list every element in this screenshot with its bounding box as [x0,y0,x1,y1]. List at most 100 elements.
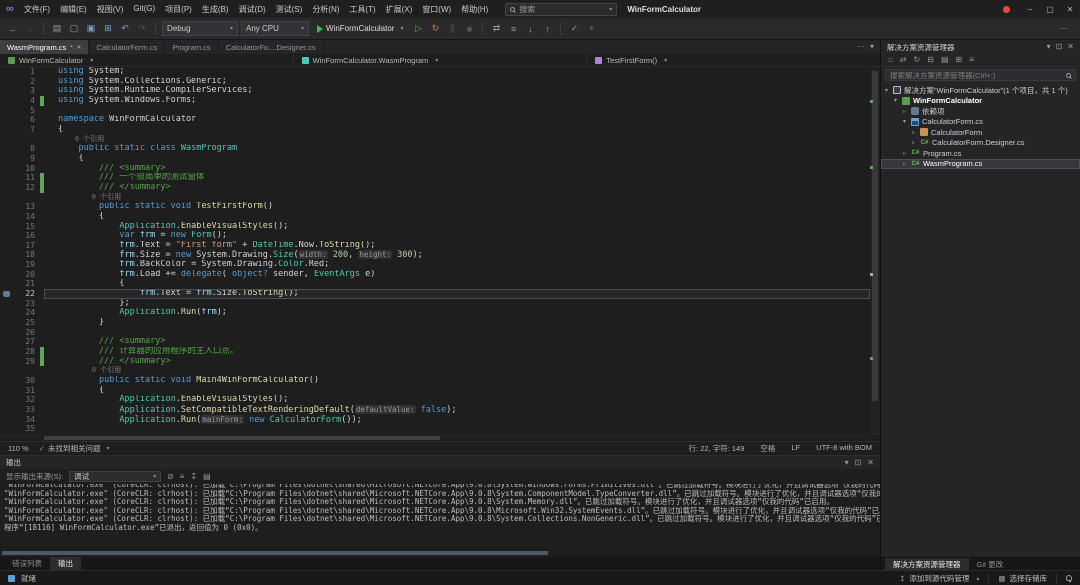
quick-search-box[interactable]: 搜索 ▾ [505,2,618,16]
breakpoint-margin[interactable] [0,250,14,260]
code-text[interactable]: var frm = new Form(); [44,231,870,241]
add-to-source-control-button[interactable]: 添加到源代码管理 [909,573,969,584]
tree-item[interactable]: ▹ CalculatorForm [881,127,1080,138]
save-icon[interactable]: ▣ [84,21,98,37]
output-horizontal-scrollbar[interactable] [0,550,880,557]
code-text[interactable]: using System; [44,67,870,77]
tree-item[interactable]: ▾ CalculatorForm.cs [881,117,1080,128]
breakpoint-margin[interactable] [0,241,14,251]
editor-vertical-scrollbar[interactable] [870,67,880,434]
solution-configuration-dropdown[interactable]: Debug ▾ [162,21,238,36]
code-text[interactable]: 0 个引用 [44,193,870,203]
redo-icon[interactable]: ↷ [135,21,149,37]
background-tasks-icon[interactable] [8,574,15,582]
breakpoint-margin[interactable] [0,77,14,87]
breakpoint-margin[interactable] [0,424,14,434]
chevron-open-icon[interactable]: ▾ [892,97,899,104]
toolbar-overflow-icon[interactable]: ⋯ [1060,24,1074,33]
scrollbar-thumb[interactable] [2,551,548,555]
breakpoint-margin[interactable] [0,308,14,318]
close-button[interactable]: ✕ [1060,0,1080,18]
code-text[interactable]: /// <summary> [44,164,870,174]
code-text[interactable]: /// 一个很简单的测试窗体 [44,173,870,183]
code-text[interactable]: Application.Run(mainForm: new Calculator… [44,414,870,424]
hot-reload-icon[interactable]: ↻ [428,21,442,37]
breakpoint-margin[interactable] [0,386,14,396]
breakpoint-margin[interactable] [0,135,14,145]
autoscroll-icon[interactable]: ↧ [190,472,197,481]
code-text[interactable]: using System.Windows.Forms; [44,96,870,106]
chevron-closed-icon[interactable]: ▹ [901,160,908,167]
panel-menu-icon[interactable]: ▾ [845,458,849,467]
breakpoint-margin[interactable] [0,415,14,425]
properties-icon[interactable]: ≡ [969,56,974,64]
code-text[interactable]: } [44,318,870,328]
panel-tab[interactable]: 输出 [50,557,81,570]
tree-item[interactable]: ▹ C# Program.cs [881,148,1080,159]
breakpoint-margin[interactable] [0,164,14,174]
code-text[interactable]: /// <summary> [44,337,870,347]
output-source-dropdown[interactable]: 调试 ▾ [69,471,162,482]
code-text[interactable]: }; [44,299,870,309]
pin-icon[interactable]: ▪ [70,44,72,50]
project-dropdown[interactable]: WinFormCalculator ▾ [0,54,294,66]
select-repository-button[interactable]: 选择存储库 [1010,573,1048,584]
navigate-back-icon[interactable]: ← [6,21,20,37]
breakpoint-margin[interactable] [0,144,14,154]
code-text[interactable]: using System.Runtime.CompilerServices; [44,86,870,96]
scrollbar-thumb[interactable] [872,70,878,401]
document-tab[interactable]: CalculatorForm.cs [89,40,166,54]
menu-item[interactable]: 帮助(H) [456,4,493,15]
pin-icon[interactable]: ⊡ [1056,43,1063,51]
code-text[interactable]: Application.SetCompatibleTextRenderingDe… [44,404,870,415]
start-without-debugging-icon[interactable]: ▷ [411,21,425,37]
document-tab[interactable]: CalculatorFo....Designer.cs [219,40,324,54]
code-text[interactable]: { [44,154,870,164]
breakpoint-margin[interactable] [0,279,14,289]
chevron-closed-icon[interactable]: ▹ [901,150,908,157]
refresh-icon[interactable]: ↻ [914,56,921,64]
find-in-files-icon[interactable]: ≡ [506,21,520,37]
maximize-button[interactable]: ▢ [1040,0,1060,18]
menu-item[interactable]: 文件(F) [19,4,55,15]
chevron-open-icon[interactable]: ▾ [901,118,908,125]
code-text[interactable]: public static void Main4WinFormCalculato… [44,376,870,386]
close-panel-icon[interactable]: ✕ [867,458,874,467]
code-text[interactable]: frm.Text = frm.Size.ToString(); [44,289,870,299]
code-text[interactable]: frm.Size = new System.Drawing.Size(width… [44,250,870,260]
navigate-forward-icon[interactable]: → [23,21,37,37]
tab-list-icon[interactable]: ▾ [870,43,874,51]
tool-window-tab[interactable]: Git 更改 [969,558,1012,570]
menu-item[interactable]: 生成(B) [197,4,234,15]
scrollbar-thumb[interactable] [44,436,440,440]
breakpoint-margin[interactable] [0,260,14,270]
breakpoint-margin[interactable] [0,328,14,338]
panel-menu-icon[interactable]: ▾ [1047,43,1051,51]
notifications-bell-icon[interactable] [1066,575,1072,582]
member-dropdown[interactable]: TestFirstForm() ▾ [587,54,880,66]
menu-item[interactable]: Git(G) [128,4,160,15]
open-log-file-icon[interactable]: ▤ [203,472,211,481]
breakpoint-margin[interactable] [0,193,14,203]
chevron-open-icon[interactable]: ▾ [883,87,890,94]
menu-item[interactable]: 窗口(W) [417,4,456,15]
indent-mode[interactable]: 空格 [760,443,775,454]
breakpoint-margin[interactable] [0,67,14,77]
code-editor[interactable]: 1 using System; 2 using System.Collections.… [0,67,880,434]
chevron-closed-icon[interactable]: ▹ [910,139,917,146]
code-text[interactable]: /// </summary> [44,357,870,367]
stop-debugging-icon[interactable]: ■ [462,21,476,37]
breakpoint-margin[interactable] [0,376,14,386]
code-text[interactable]: { [44,279,870,289]
solution-platform-dropdown[interactable]: Any CPU ▾ [241,21,309,36]
navigate-up-icon[interactable]: ↑ [540,21,554,37]
close-panel-icon[interactable]: ✕ [1067,43,1074,51]
code-text[interactable]: using System.Collections.Generic; [44,77,870,87]
codelens-references[interactable]: 0 个引用 [58,135,104,143]
sync-with-active-document-icon[interactable]: ⇄ [900,56,907,64]
menu-item[interactable]: 分析(N) [307,4,344,15]
breakpoint-margin[interactable] [0,347,14,357]
breakpoint-margin[interactable] [0,395,14,405]
code-text[interactable]: frm.BackColor = System.Drawing.Color.Red… [44,260,870,270]
breakpoint-margin[interactable] [0,183,14,193]
